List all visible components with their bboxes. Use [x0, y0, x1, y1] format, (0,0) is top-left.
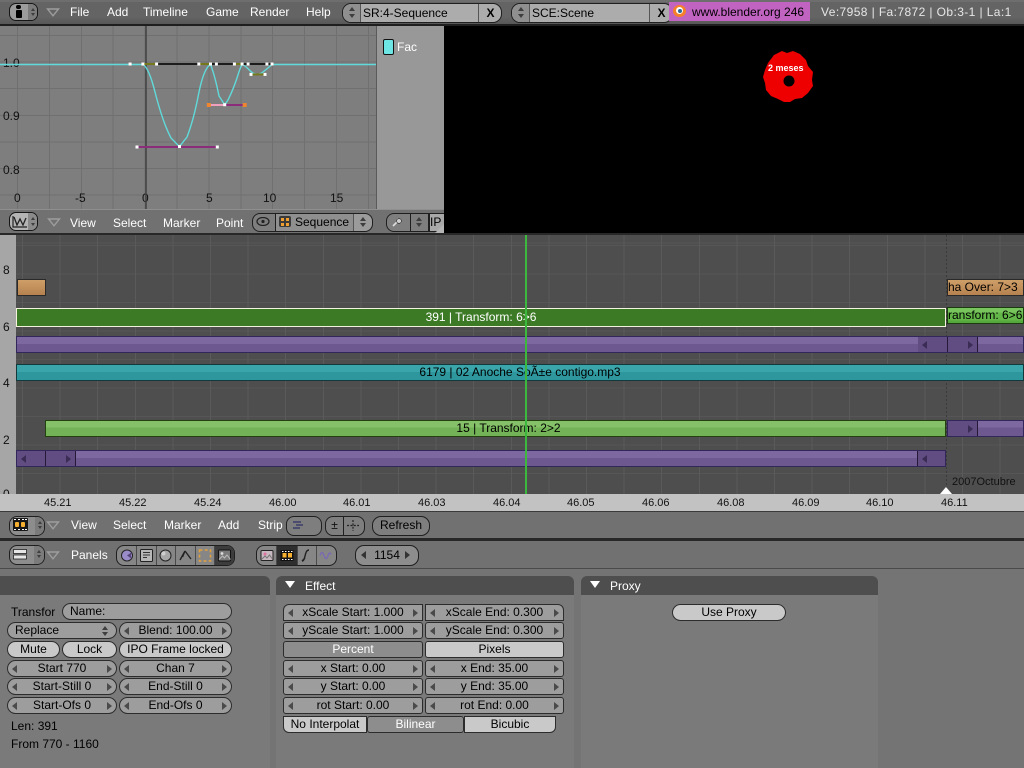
svg-text:2 meses: 2 meses	[768, 63, 804, 73]
